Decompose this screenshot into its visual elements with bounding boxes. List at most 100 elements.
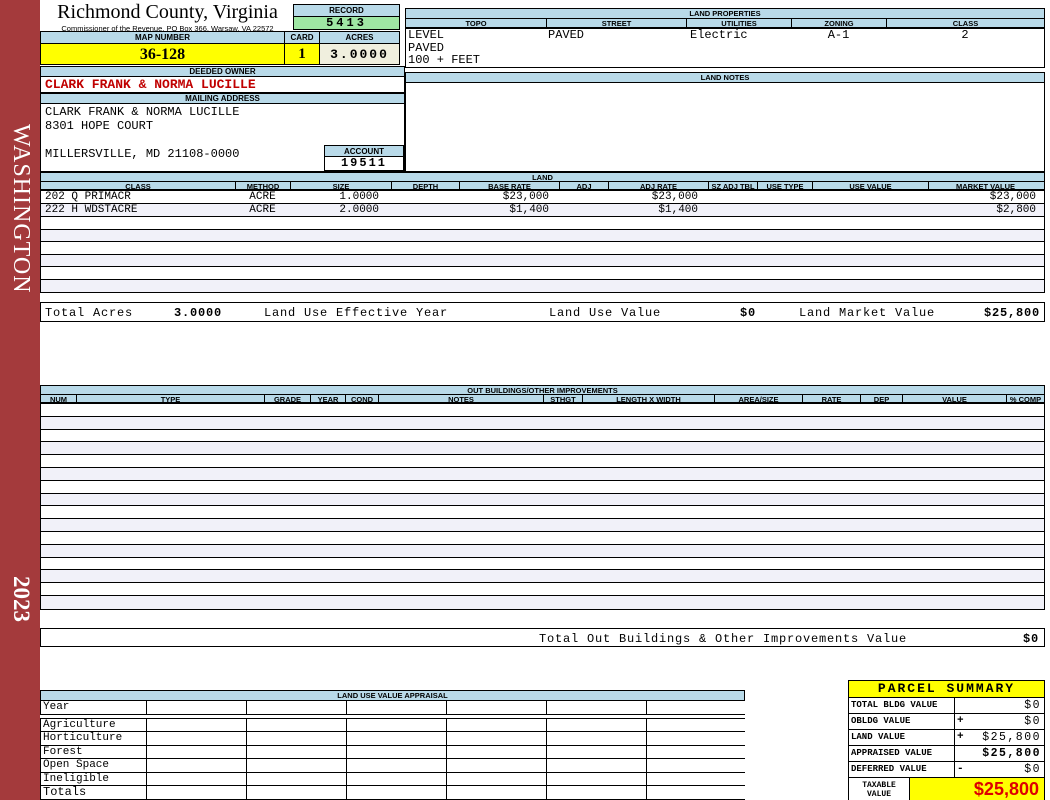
column-header: MARKET VALUE (928, 182, 1042, 189)
column-header: COND (345, 395, 378, 402)
land-table-columns: CLASS METHOD SIZE DEPTH BASE RATE ADJ AD… (41, 182, 1044, 191)
county-title: Richmond County, Virginia (57, 1, 278, 23)
address-line: CLARK FRANK & NORMA LUCILLE (45, 105, 240, 119)
appraisal-row-label: Ineligible (41, 772, 146, 785)
total-acres-label: Total Acres (45, 306, 134, 320)
out-buildings-total-value: $0 (1022, 632, 1039, 646)
operator (955, 746, 969, 761)
appraisal-row-label: Horticulture (41, 732, 146, 745)
account-value: 19511 (324, 157, 404, 171)
column-header: VALUE (902, 395, 1006, 402)
empty-row (41, 430, 1044, 443)
land-use-appraisal-title: LAND USE VALUE APPRAISAL (40, 690, 745, 701)
map-number-value: 36-128 (40, 43, 285, 65)
out-buildings-title: OUT BUILDINGS/OTHER IMPROVEMENTS (41, 386, 1044, 395)
account-box: ACCOUNT 19511 (324, 145, 404, 171)
empty-row (41, 493, 1044, 507)
empty-row (41, 481, 1044, 494)
appraisal-row-label: Totals (41, 786, 146, 799)
summary-row-label: OBLDG VALUE (849, 714, 954, 729)
appraisal-year-row: Year (40, 701, 746, 715)
empty-row (41, 242, 1044, 255)
out-buildings-columns: NUM TYPE GRADE YEAR COND NOTES STHGT LEN… (41, 395, 1044, 404)
address-line: 8301 HOPE COURT (45, 119, 154, 133)
empty-row (41, 267, 1044, 280)
empty-row (41, 506, 1044, 520)
column-header: DEP (860, 395, 902, 402)
operator: + (957, 715, 964, 727)
class-value: 2 (961, 28, 969, 42)
column-header: YEAR (310, 395, 345, 402)
column-header: CLASS (125, 182, 151, 189)
empty-row (41, 229, 1044, 242)
summary-row-value: $25,800 (955, 746, 1044, 761)
street-value: PAVED (548, 28, 585, 42)
empty-row (41, 532, 1044, 545)
column-header: METHOD (235, 182, 290, 189)
operator: - (957, 763, 964, 775)
empty-row (41, 558, 1044, 571)
column-header: NUM (49, 395, 68, 402)
record-value: 5413 (293, 16, 400, 30)
column-header: CLASS (886, 19, 1044, 27)
column-header: SIZE (290, 182, 391, 189)
column-header: ZONING (791, 19, 886, 27)
card-value: 1 (284, 43, 320, 65)
land-properties-section: LAND PROPERTIES TOPO STREET UTILITIES ZO… (405, 8, 1045, 68)
land-properties-title: LAND PROPERTIES (406, 9, 1044, 19)
mailing-address-label: MAILING ADDRESS (40, 93, 405, 104)
summary-row-label: DEFERRED VALUE (849, 762, 954, 777)
summary-row-label: TOTAL BLDG VALUE (849, 698, 954, 713)
empty-row (41, 404, 1044, 417)
county-header: Richmond County, Virginia Commissioner o… (45, 1, 290, 34)
deeded-owner-label: DEEDED OWNER (40, 66, 405, 77)
topo-value: LEVEL PAVED 100 + FEET (408, 28, 481, 67)
total-acres-value: 3.0000 (174, 306, 223, 320)
sidebar: WASHINGTON 2023 (0, 0, 40, 800)
utilities-value: Electric (690, 28, 748, 42)
column-header: STREET (546, 19, 686, 27)
empty-row (41, 544, 1044, 558)
summary-row-value: + $0 (955, 714, 1044, 729)
empty-row (41, 570, 1044, 584)
property-record-card: WASHINGTON 2023 Richmond County, Virgini… (0, 0, 1050, 800)
appraisal-row-label: Agriculture (41, 718, 146, 731)
zoning-value: A-1 (827, 28, 850, 42)
sidebar-district-label: WASHINGTON (8, 124, 34, 294)
column-header: GRADE (264, 395, 310, 402)
operator (955, 698, 969, 713)
column-header: USE VALUE (812, 182, 928, 189)
empty-row (41, 217, 1044, 230)
summary-row-label: APPRAISED VALUE (849, 746, 954, 761)
land-use-value-label: Land Use Value (549, 306, 662, 320)
land-properties-values: LEVEL PAVED 100 + FEET PAVED Electric A-… (406, 29, 1044, 67)
acres-value: 3.0000 (319, 43, 400, 65)
parcel-summary: PARCEL SUMMARY TOTAL BLDG VALUE $0 OBLDG… (848, 680, 1045, 800)
land-table-title: LAND (41, 173, 1044, 182)
appraisal-row-label: Forest (41, 745, 146, 758)
column-header: SZ ADJ TBL (708, 182, 757, 189)
mailing-address-box: CLARK FRANK & NORMA LUCILLE 8301 HOPE CO… (40, 104, 405, 172)
effective-year-label: Land Use Effective Year (264, 306, 449, 320)
parcel-summary-title: PARCEL SUMMARY (849, 681, 1044, 698)
column-header: RATE (802, 395, 860, 402)
empty-row (41, 595, 1044, 609)
summary-row-value: - $0 (955, 762, 1044, 777)
column-header: ADJ RATE (608, 182, 708, 189)
empty-row (41, 416, 1044, 430)
taxable-value-row: TAXABLE VALUE $25,800 (849, 778, 1044, 800)
empty-row (41, 519, 1044, 532)
column-header: AREA/SIZE (714, 395, 802, 402)
land-notes-title: LAND NOTES (406, 73, 1044, 83)
summary-row-value: $0 (955, 698, 1044, 713)
summary-row-label: LAND VALUE (849, 730, 954, 745)
land-table: LAND CLASS METHOD SIZE DEPTH BASE RATE A… (40, 172, 1045, 293)
column-header: ADJ (559, 182, 608, 189)
empty-row (41, 279, 1044, 292)
land-row: 222 H WDSTACRE ACRE 2.0000 $1,400 $1,400… (41, 204, 1044, 217)
land-totals-row: Total Acres 3.0000 Land Use Effective Ye… (40, 302, 1045, 322)
empty-row (41, 467, 1044, 481)
parcel-summary-rows: TOTAL BLDG VALUE $0 OBLDG VALUE + $0 LAN… (849, 698, 1044, 778)
land-market-value-label: Land Market Value (799, 306, 936, 320)
out-buildings-total-row: Total Out Buildings & Other Improvements… (40, 628, 1045, 647)
